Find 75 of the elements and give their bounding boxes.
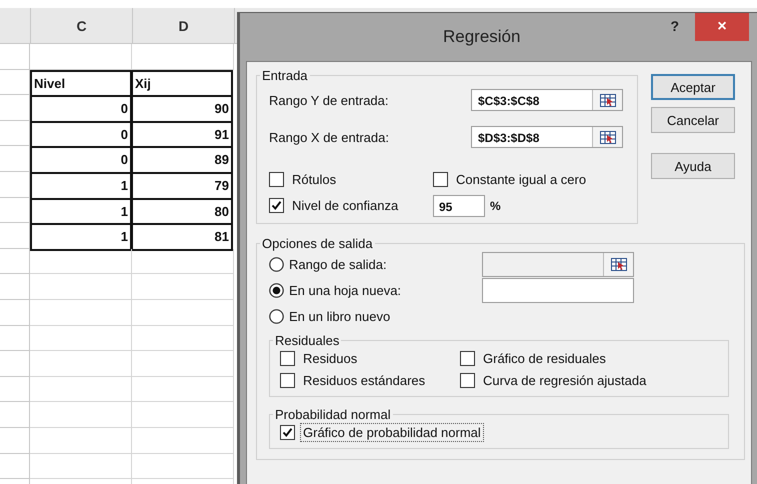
column-header[interactable]: C [31, 8, 133, 43]
checkbox-label[interactable]: Curva de regresión ajustada [480, 370, 650, 390]
radio-button[interactable] [269, 308, 284, 324]
table-cell: 1 [30, 198, 132, 226]
dialog-button[interactable]: Aceptar [651, 74, 735, 100]
checkbox-label[interactable]: Residuos estándares [300, 370, 428, 390]
row-header[interactable] [0, 70, 30, 96]
row-header[interactable] [0, 248, 30, 274]
radio-label[interactable]: En una hoja nueva: [289, 282, 469, 298]
sheet-name-field[interactable] [482, 278, 634, 302]
column-header[interactable]: D [133, 8, 235, 43]
row-header[interactable] [0, 95, 30, 121]
checkbox[interactable] [460, 372, 475, 388]
table-cell: 91 [131, 120, 233, 148]
table-arrow-icon [600, 94, 616, 106]
group-title: Probabilidad normal [274, 407, 392, 422]
table-cell: 80 [131, 198, 233, 226]
row-header[interactable] [0, 120, 30, 146]
row-header[interactable] [0, 223, 30, 249]
table-cell: 90 [131, 95, 233, 123]
confidence-field[interactable]: 95 [433, 195, 485, 217]
window-title: Regresión [442, 27, 522, 47]
row-header[interactable] [0, 172, 30, 198]
dialog-button[interactable]: Ayuda [651, 153, 735, 179]
row-header[interactable] [0, 274, 30, 300]
help-button[interactable]: ? [668, 18, 681, 34]
range-select-button[interactable] [592, 127, 622, 147]
row-header[interactable] [0, 326, 30, 352]
row-header[interactable] [0, 300, 30, 326]
row-header[interactable] [0, 351, 30, 377]
row-header[interactable] [0, 198, 30, 224]
table-cell: 89 [131, 146, 233, 174]
table-cell: 81 [131, 223, 233, 251]
checkbox[interactable] [280, 372, 295, 388]
row-header[interactable] [0, 146, 30, 172]
checkbox[interactable] [460, 350, 475, 366]
table-cell: Nivel [30, 70, 132, 98]
checkbox-label[interactable]: Rótulos [289, 170, 340, 188]
row-header[interactable] [0, 428, 30, 454]
radio-button[interactable] [269, 282, 284, 298]
checkbox-label[interactable]: Nivel de confianza [289, 196, 402, 214]
range-field[interactable]: $C$3:$C$8 [471, 89, 623, 111]
row-header[interactable] [0, 454, 30, 480]
row-header[interactable] [0, 44, 30, 70]
checkbox[interactable] [269, 198, 284, 212]
checkbox-label[interactable]: Constante igual a cero [453, 170, 590, 188]
table-cell: 0 [30, 146, 132, 174]
checkbox[interactable] [280, 424, 295, 440]
checkbox-label[interactable]: Residuos [300, 348, 360, 368]
group-title: Residuales [274, 333, 340, 348]
table-cell: 0 [30, 95, 132, 123]
radio-label[interactable]: En un libro nuevo [289, 308, 469, 324]
table-cell: Xij [131, 70, 233, 98]
checkbox[interactable] [280, 350, 295, 366]
checkbox-label[interactable]: Gráfico de residuales [480, 348, 609, 368]
close-button[interactable]: × [695, 13, 749, 41]
table-arrow-icon [600, 130, 616, 144]
checkbox[interactable] [269, 172, 284, 186]
table-cell: 1 [30, 172, 132, 200]
row-header[interactable] [0, 402, 30, 428]
table-cell: 1 [30, 223, 132, 251]
checkbox-label[interactable]: Gráfico de probabilidad normal [300, 422, 484, 442]
unit-label: % [490, 199, 501, 213]
field-label: Rango X de entrada: [269, 130, 389, 144]
row-header[interactable] [0, 376, 30, 402]
table-arrow-icon [610, 258, 626, 270]
range-field[interactable]: $D$3:$D$8 [471, 126, 623, 148]
field-label: Rango Y de entrada: [269, 92, 389, 108]
table-cell: 0 [30, 120, 132, 148]
table-cell: 79 [131, 172, 233, 200]
group-title: Entrada [261, 68, 309, 83]
range-select-button[interactable] [592, 90, 622, 110]
dialog-button[interactable]: Cancelar [651, 107, 735, 133]
group-title: Opciones de salida [261, 236, 374, 251]
checkbox[interactable] [433, 172, 448, 186]
